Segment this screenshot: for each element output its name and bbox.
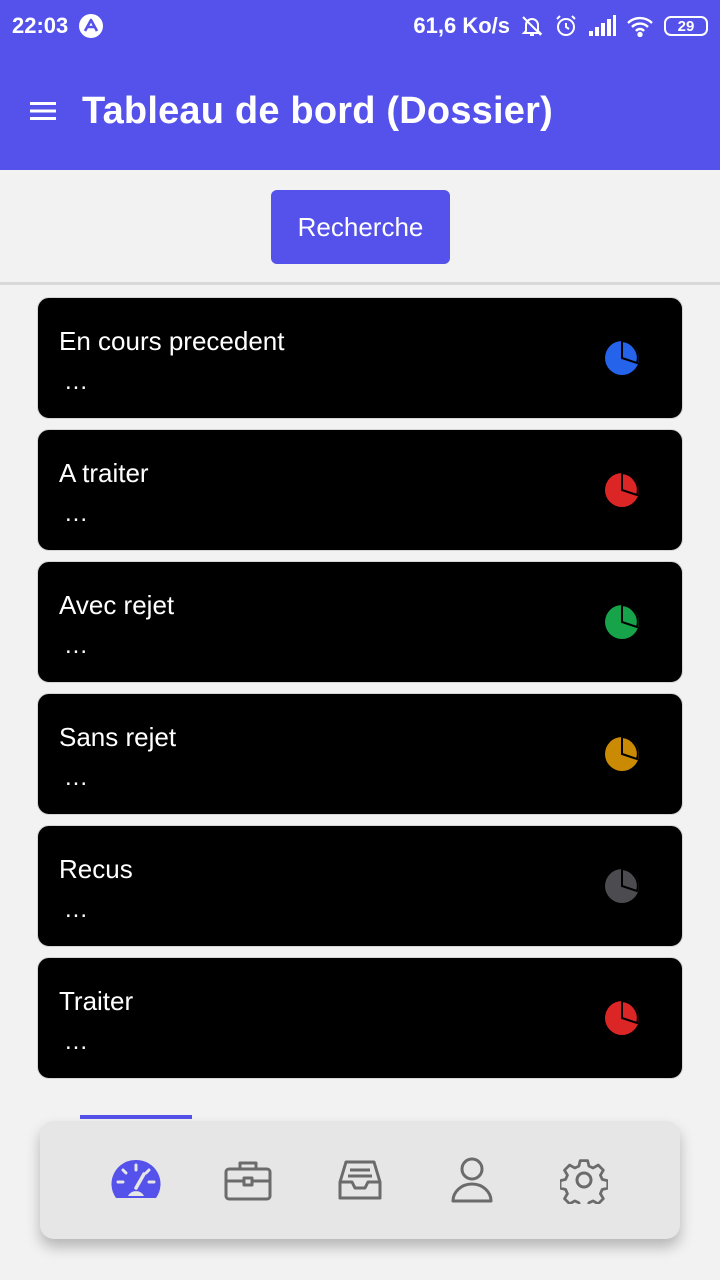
card-traiter[interactable]: Traiter ... — [37, 957, 683, 1079]
dashboard-gauge-icon — [111, 1159, 161, 1198]
search-button[interactable]: Recherche — [271, 190, 450, 264]
nav-settings[interactable] — [556, 1152, 612, 1208]
card-avec-rejet[interactable]: Avec rejet ... — [37, 561, 683, 683]
card-value: ... — [65, 500, 89, 527]
nav-dashboard[interactable] — [108, 1152, 164, 1208]
card-title: Avec rejet — [59, 590, 175, 620]
card-sans-rejet[interactable]: Sans rejet ... — [37, 693, 683, 815]
muted-bell-icon — [520, 14, 544, 38]
nav-inbox[interactable] — [332, 1152, 388, 1208]
card-value: ... — [65, 764, 89, 791]
card-title: Sans rejet — [59, 722, 177, 752]
nav-profile[interactable] — [444, 1152, 500, 1208]
nav-briefcase[interactable] — [220, 1152, 276, 1208]
pie-chart-icon — [605, 604, 639, 639]
pie-chart-icon — [605, 868, 639, 903]
signal-icon — [588, 15, 616, 37]
bottom-navigation — [40, 1121, 680, 1239]
user-icon — [451, 1157, 493, 1203]
briefcase-icon — [224, 1161, 272, 1201]
card-value: ... — [65, 1028, 89, 1055]
card-a-traiter[interactable]: A traiter ... — [37, 429, 683, 551]
card-value: ... — [65, 368, 89, 395]
pie-chart-icon — [605, 472, 639, 507]
wifi-icon — [626, 15, 654, 37]
card-en-cours-precedent[interactable]: En cours precedent ... — [37, 297, 683, 419]
search-section: Recherche — [0, 170, 720, 285]
hamburger-menu-icon[interactable] — [30, 99, 58, 123]
status-bar: 22:03 61,6 Ko/s 29 — [0, 0, 720, 52]
page-title: Tableau de bord (Dossier) — [82, 89, 553, 132]
app-bar: Tableau de bord (Dossier) — [0, 52, 720, 170]
card-value: ... — [65, 632, 89, 659]
active-tab-indicator — [80, 1115, 192, 1119]
card-value: ... — [65, 896, 89, 923]
settings-gear-icon — [560, 1159, 608, 1204]
battery-icon: 29 — [664, 16, 708, 36]
card-title: En cours precedent — [59, 326, 285, 356]
card-recus[interactable]: Recus ... — [37, 825, 683, 947]
card-title: Traiter — [59, 986, 134, 1016]
inbox-tray-icon — [338, 1160, 382, 1200]
network-speed: 61,6 Ko/s — [413, 13, 510, 38]
card-title: Recus — [59, 854, 133, 884]
pie-chart-icon — [605, 1000, 639, 1035]
battery-level: 29 — [677, 17, 695, 35]
dashboard-cards: En cours precedent ... A traiter ... Ave… — [37, 297, 683, 1089]
app-logo-icon — [78, 13, 104, 39]
card-title: A traiter — [59, 458, 149, 488]
pie-chart-icon — [605, 736, 639, 771]
status-time: 22:03 — [12, 13, 69, 38]
pie-chart-icon — [605, 340, 639, 375]
top-bar: 22:03 61,6 Ko/s 29 Tableau de bord (Doss… — [0, 0, 720, 170]
alarm-icon — [554, 14, 578, 38]
